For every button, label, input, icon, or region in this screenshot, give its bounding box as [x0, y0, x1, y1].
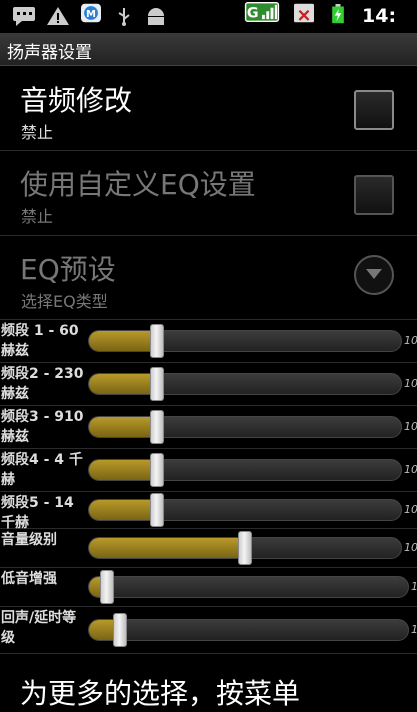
- pref-custom-eq-title: 使用自定义EQ设置: [20, 168, 256, 201]
- svg-text:G: G: [247, 6, 259, 22]
- pref-eq-preset[interactable]: EQ预设 选择EQ类型: [0, 236, 417, 320]
- slider-thumb[interactable]: [150, 367, 164, 401]
- slider-band5[interactable]: [88, 499, 402, 521]
- slider-max-label: 10: [404, 541, 417, 554]
- slider-thumb[interactable]: [150, 324, 164, 358]
- signal-g-icon: G: [244, 2, 280, 22]
- maxthon-icon: M: [81, 3, 101, 23]
- custom-eq-checkbox[interactable]: [354, 175, 394, 215]
- slider-thumb[interactable]: [238, 531, 252, 565]
- slider-max-label: 10: [404, 420, 417, 433]
- slider-max-label: 1: [411, 623, 417, 636]
- slider-row-bass-boost: 低音增强 1: [0, 568, 417, 607]
- slider-label: 频段5 - 14 千赫: [1, 495, 74, 531]
- slider-row-band4: 频段4 - 4 千赫 10: [0, 449, 417, 492]
- svg-text:M: M: [86, 9, 96, 20]
- pref-audio-mod-title: 音频修改: [20, 84, 133, 117]
- slider-fill: [89, 374, 158, 394]
- slider-fill: [89, 460, 158, 480]
- pref-custom-eq-summary: 禁止: [21, 207, 54, 226]
- slider-band4[interactable]: [88, 459, 402, 481]
- eq-preset-dropdown[interactable]: [354, 255, 394, 295]
- slider-max-label: 10: [404, 503, 417, 516]
- slider-row-band5: 频段5 - 14 千赫 10: [0, 492, 417, 531]
- page-title: 扬声器设置: [7, 43, 92, 63]
- slider-row-band1: 频段 1 - 60 赫兹 10: [0, 320, 417, 363]
- slider-max-label: 1: [411, 580, 417, 593]
- chevron-down-icon: [366, 269, 382, 279]
- slider-thumb[interactable]: [150, 410, 164, 444]
- slider-row-volume-level: 音量级别 10: [0, 529, 417, 568]
- android-debug-icon: [148, 8, 164, 25]
- status-bar: M G 14:: [0, 0, 417, 34]
- slider-label: 频段4 - 4 千赫: [1, 452, 83, 488]
- slider-band3[interactable]: [88, 416, 402, 438]
- slider-fill: [89, 538, 246, 558]
- slider-fill: [89, 331, 158, 351]
- slider-fill: [89, 500, 158, 520]
- slider-fill: [89, 417, 158, 437]
- clock-time: 14:: [362, 5, 397, 27]
- pref-custom-eq[interactable]: 使用自定义EQ设置 禁止: [0, 151, 417, 236]
- title-bar: 扬声器设置: [0, 33, 417, 66]
- footer-hint: 为更多的选择，按菜单: [20, 677, 301, 710]
- slider-thumb[interactable]: [150, 493, 164, 527]
- pref-eq-preset-title: EQ预设: [20, 253, 116, 286]
- slider-echo-delay-level[interactable]: [88, 619, 409, 641]
- slider-band1[interactable]: [88, 330, 402, 352]
- usb-icon: [118, 8, 130, 26]
- slider-max-label: 10: [404, 463, 417, 476]
- slider-row-band3: 频段3 - 910 赫兹 10: [0, 406, 417, 449]
- slider-label: 低音增强: [1, 571, 57, 587]
- slider-thumb[interactable]: [100, 570, 114, 604]
- slider-label: 频段3 - 910 赫兹: [1, 409, 84, 445]
- slider-thumb[interactable]: [113, 613, 127, 647]
- slider-band2[interactable]: [88, 373, 402, 395]
- audio-mod-checkbox[interactable]: [354, 90, 394, 130]
- warning-icon: [47, 7, 69, 25]
- battery-charging-icon: [332, 4, 344, 24]
- slider-label: 回声/延时等级: [1, 610, 77, 646]
- pref-audio-mod-summary: 禁止: [21, 123, 54, 142]
- slider-label: 音量级别: [1, 532, 57, 548]
- slider-max-label: 10: [404, 377, 417, 390]
- slider-row-band2: 频段2 - 230 赫兹 10: [0, 363, 417, 406]
- slider-bass-boost[interactable]: [88, 576, 409, 598]
- no-sim-icon: [294, 3, 314, 23]
- chat-icon: [13, 7, 35, 26]
- slider-label: 频段2 - 230 赫兹: [1, 366, 84, 402]
- slider-max-label: 10: [404, 334, 417, 347]
- pref-eq-preset-summary: 选择EQ类型: [21, 292, 108, 311]
- slider-thumb[interactable]: [150, 453, 164, 487]
- slider-label: 频段 1 - 60 赫兹: [1, 323, 79, 359]
- pref-audio-mod[interactable]: 音频修改 禁止: [0, 66, 417, 151]
- slider-row-echo-delay-level: 回声/延时等级 1: [0, 607, 417, 654]
